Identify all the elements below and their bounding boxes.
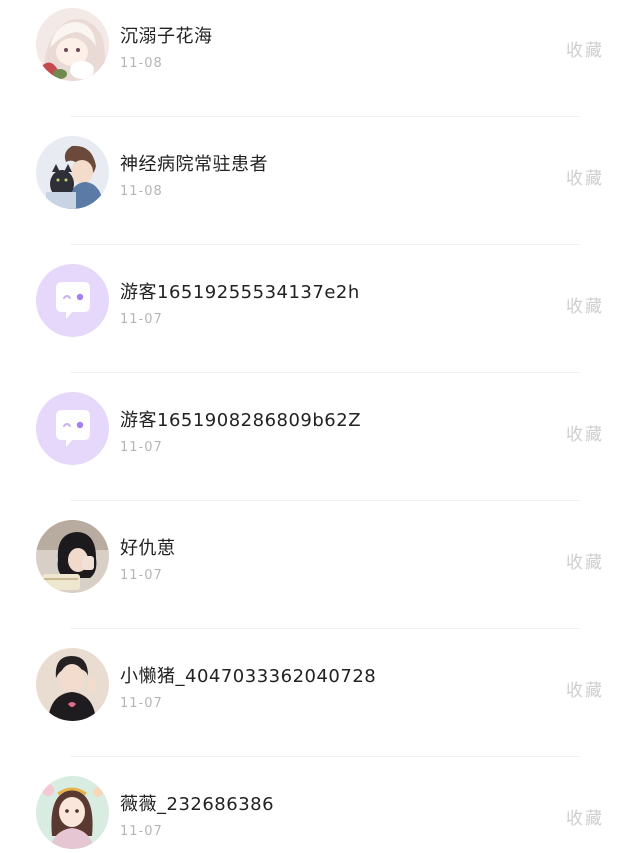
avatar[interactable] xyxy=(36,264,109,337)
user-name[interactable]: 薇薇_232686386 xyxy=(120,790,274,816)
favorite-button[interactable]: 收藏 xyxy=(566,36,604,61)
boy-with-cat-avatar-icon xyxy=(36,136,109,209)
person-photo-avatar-icon xyxy=(36,648,109,721)
user-name[interactable]: 沉溺子花海 xyxy=(120,22,213,48)
anime-girl-avatar-icon xyxy=(36,8,109,81)
favorite-button[interactable]: 收藏 xyxy=(566,164,604,189)
comment-date: 11-08 xyxy=(120,56,163,71)
illustrated-girl-avatar-icon xyxy=(36,776,109,849)
comment-date: 11-07 xyxy=(120,824,163,839)
list-item: 神经病院常驻患者 11-08 收藏 xyxy=(0,109,640,245)
avatar[interactable] xyxy=(36,8,109,81)
comment-list: 沉溺子花海 11-08 收藏 神经病院常驻患者 11-08 收藏 游客16519… xyxy=(0,0,640,853)
avatar[interactable] xyxy=(36,392,109,465)
favorite-button[interactable]: 收藏 xyxy=(566,292,604,317)
user-name[interactable]: 游客1651908286809b62Z xyxy=(120,406,361,432)
user-name[interactable]: 小懒猪_4047033362040728 xyxy=(120,662,376,688)
favorite-button[interactable]: 收藏 xyxy=(566,548,604,573)
favorite-button[interactable]: 收藏 xyxy=(566,420,604,445)
comment-date: 11-07 xyxy=(120,312,163,327)
list-item: 薇薇_232686386 11-07 收藏 xyxy=(0,749,640,853)
comment-date: 11-08 xyxy=(120,184,163,199)
girl-photo-avatar-icon xyxy=(36,520,109,593)
default-chat-bubble-avatar-icon xyxy=(36,264,109,337)
list-item: 游客16519255534137e2h 11-07 收藏 xyxy=(0,237,640,373)
favorite-button[interactable]: 收藏 xyxy=(566,676,604,701)
user-name[interactable]: 神经病院常驻患者 xyxy=(120,150,268,176)
avatar[interactable] xyxy=(36,520,109,593)
default-chat-bubble-avatar-icon xyxy=(36,392,109,465)
user-name[interactable]: 游客16519255534137e2h xyxy=(120,278,360,304)
comment-date: 11-07 xyxy=(120,696,163,711)
comment-date: 11-07 xyxy=(120,568,163,583)
list-item: 游客1651908286809b62Z 11-07 收藏 xyxy=(0,365,640,501)
favorite-button[interactable]: 收藏 xyxy=(566,804,604,829)
avatar[interactable] xyxy=(36,776,109,849)
comment-date: 11-07 xyxy=(120,440,163,455)
list-item: 沉溺子花海 11-08 收藏 xyxy=(0,0,640,117)
list-item: 小懒猪_4047033362040728 11-07 收藏 xyxy=(0,621,640,757)
list-item: 好仇葸 11-07 收藏 xyxy=(0,493,640,629)
avatar[interactable] xyxy=(36,136,109,209)
user-name[interactable]: 好仇葸 xyxy=(120,534,176,560)
avatar[interactable] xyxy=(36,648,109,721)
